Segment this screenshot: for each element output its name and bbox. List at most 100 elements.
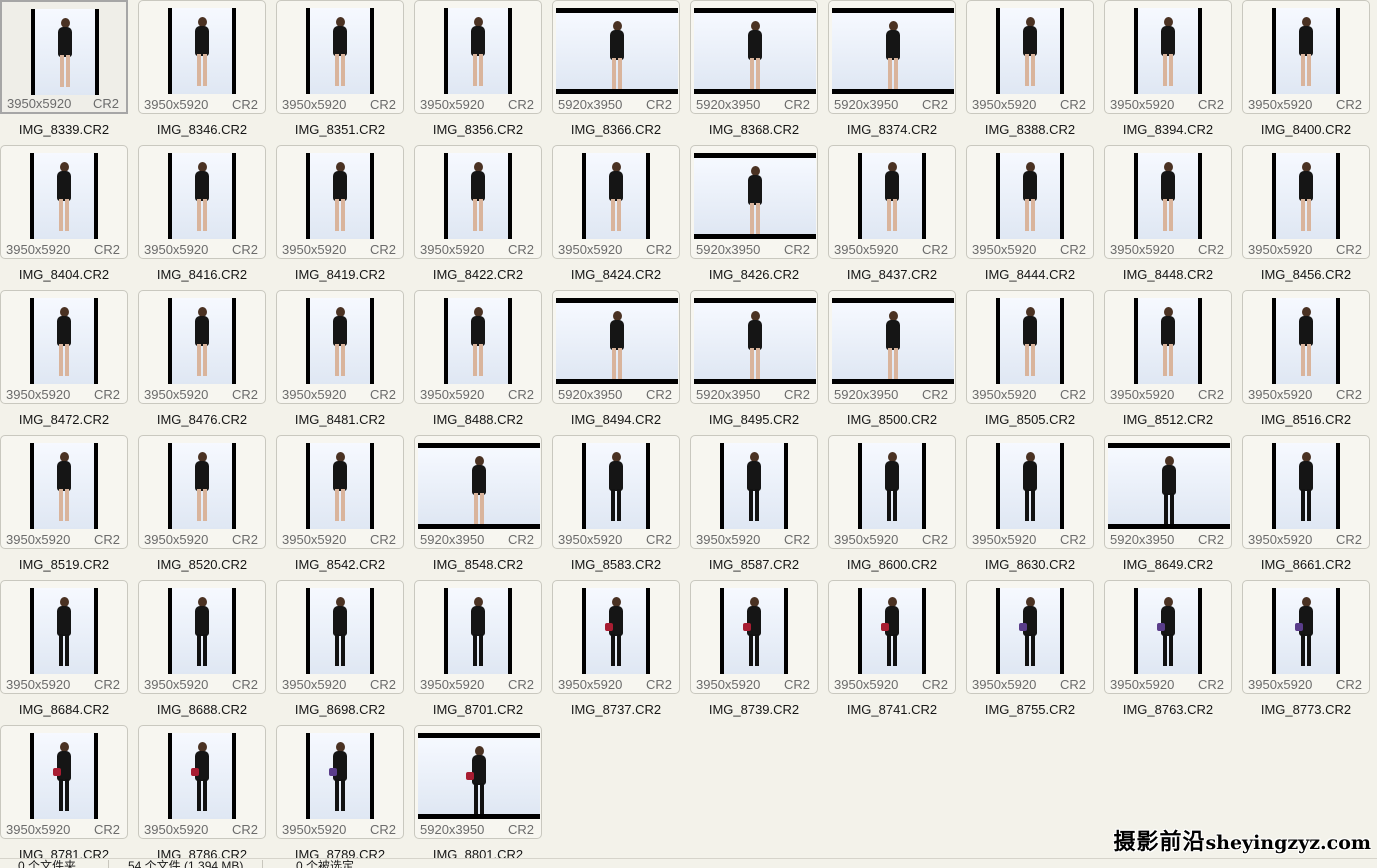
file-item[interactable]: 3950x5920 CR2 IMG_8786.CR2 bbox=[138, 725, 276, 858]
file-thumbnail[interactable]: 5920x3950 CR2 bbox=[828, 0, 956, 114]
file-item[interactable]: 3950x5920 CR2 IMG_8542.CR2 bbox=[276, 435, 414, 580]
file-item[interactable]: 5920x3950 CR2 IMG_8649.CR2 bbox=[1104, 435, 1242, 580]
file-item[interactable]: 3950x5920 CR2 IMG_8737.CR2 bbox=[552, 580, 690, 725]
file-name[interactable]: IMG_8789.CR2 bbox=[276, 846, 404, 858]
file-thumbnail[interactable]: 3950x5920 CR2 bbox=[552, 145, 680, 259]
file-item[interactable]: 3950x5920 CR2 IMG_8488.CR2 bbox=[414, 290, 552, 435]
file-name[interactable]: IMG_8476.CR2 bbox=[138, 411, 266, 428]
file-thumbnail[interactable]: 3950x5920 CR2 bbox=[0, 580, 128, 694]
file-name[interactable]: IMG_8519.CR2 bbox=[0, 556, 128, 573]
file-item[interactable]: 3950x5920 CR2 IMG_8400.CR2 bbox=[1242, 0, 1377, 145]
file-item[interactable]: 3950x5920 CR2 IMG_8739.CR2 bbox=[690, 580, 828, 725]
file-name[interactable]: IMG_8737.CR2 bbox=[552, 701, 680, 718]
file-name[interactable]: IMG_8472.CR2 bbox=[0, 411, 128, 428]
file-item[interactable]: 3950x5920 CR2 IMG_8476.CR2 bbox=[138, 290, 276, 435]
file-thumbnail[interactable]: 5920x3950 CR2 bbox=[552, 0, 680, 114]
file-name[interactable]: IMG_8520.CR2 bbox=[138, 556, 266, 573]
file-item[interactable]: 5920x3950 CR2 IMG_8366.CR2 bbox=[552, 0, 690, 145]
file-name[interactable]: IMG_8495.CR2 bbox=[690, 411, 818, 428]
file-thumbnail[interactable]: 3950x5920 CR2 bbox=[414, 580, 542, 694]
file-item[interactable]: 3950x5920 CR2 IMG_8781.CR2 bbox=[0, 725, 138, 858]
file-thumbnail[interactable]: 3950x5920 CR2 bbox=[414, 290, 542, 404]
file-thumbnail[interactable]: 3950x5920 CR2 bbox=[1104, 290, 1232, 404]
file-name[interactable]: IMG_8701.CR2 bbox=[414, 701, 542, 718]
file-thumbnail[interactable]: 5920x3950 CR2 bbox=[414, 435, 542, 549]
file-thumbnail[interactable]: 3950x5920 CR2 bbox=[138, 0, 266, 114]
file-thumbnail[interactable]: 3950x5920 CR2 bbox=[966, 0, 1094, 114]
file-thumbnail[interactable]: 3950x5920 CR2 bbox=[276, 580, 404, 694]
file-name[interactable]: IMG_8500.CR2 bbox=[828, 411, 956, 428]
file-name[interactable]: IMG_8684.CR2 bbox=[0, 701, 128, 718]
file-thumbnail[interactable]: 3950x5920 CR2 bbox=[690, 580, 818, 694]
file-name[interactable]: IMG_8419.CR2 bbox=[276, 266, 404, 283]
file-thumbnail[interactable]: 3950x5920 CR2 bbox=[1104, 145, 1232, 259]
file-name[interactable]: IMG_8351.CR2 bbox=[276, 121, 404, 138]
file-item[interactable]: 3950x5920 CR2 IMG_8472.CR2 bbox=[0, 290, 138, 435]
file-thumbnail[interactable]: 3950x5920 CR2 bbox=[276, 145, 404, 259]
file-item[interactable]: 3950x5920 CR2 IMG_8505.CR2 bbox=[966, 290, 1104, 435]
file-item[interactable]: 5920x3950 CR2 IMG_8494.CR2 bbox=[552, 290, 690, 435]
file-thumbnail[interactable]: 3950x5920 CR2 bbox=[138, 580, 266, 694]
file-thumbnail[interactable]: 5920x3950 CR2 bbox=[690, 290, 818, 404]
file-item[interactable]: 3950x5920 CR2 IMG_8416.CR2 bbox=[138, 145, 276, 290]
file-thumbnail[interactable]: 3950x5920 CR2 bbox=[1242, 435, 1370, 549]
file-thumbnail[interactable]: 3950x5920 CR2 bbox=[276, 0, 404, 114]
file-name[interactable]: IMG_8755.CR2 bbox=[966, 701, 1094, 718]
file-name[interactable]: IMG_8424.CR2 bbox=[552, 266, 680, 283]
file-name[interactable]: IMG_8481.CR2 bbox=[276, 411, 404, 428]
file-thumbnail[interactable]: 3950x5920 CR2 bbox=[552, 580, 680, 694]
file-name[interactable]: IMG_8394.CR2 bbox=[1104, 121, 1232, 138]
file-name[interactable]: IMG_8516.CR2 bbox=[1242, 411, 1370, 428]
file-name[interactable]: IMG_8587.CR2 bbox=[690, 556, 818, 573]
file-name[interactable]: IMG_8781.CR2 bbox=[0, 846, 128, 858]
file-item[interactable]: 3950x5920 CR2 IMG_8741.CR2 bbox=[828, 580, 966, 725]
file-name[interactable]: IMG_8763.CR2 bbox=[1104, 701, 1232, 718]
file-item[interactable]: 3950x5920 CR2 IMG_8661.CR2 bbox=[1242, 435, 1377, 580]
file-item[interactable]: 3950x5920 CR2 IMG_8512.CR2 bbox=[1104, 290, 1242, 435]
file-thumbnail[interactable]: 3950x5920 CR2 bbox=[1104, 580, 1232, 694]
file-name[interactable]: IMG_8661.CR2 bbox=[1242, 556, 1370, 573]
file-item[interactable]: 3950x5920 CR2 IMG_8448.CR2 bbox=[1104, 145, 1242, 290]
file-item[interactable]: 3950x5920 CR2 IMG_8356.CR2 bbox=[414, 0, 552, 145]
file-thumbnail[interactable]: 3950x5920 CR2 bbox=[276, 435, 404, 549]
file-thumbnail[interactable]: 3950x5920 CR2 bbox=[276, 725, 404, 839]
file-name[interactable]: IMG_8488.CR2 bbox=[414, 411, 542, 428]
file-name[interactable]: IMG_8400.CR2 bbox=[1242, 121, 1370, 138]
file-thumbnail[interactable]: 5920x3950 CR2 bbox=[690, 145, 818, 259]
file-item[interactable]: 3950x5920 CR2 IMG_8422.CR2 bbox=[414, 145, 552, 290]
file-item[interactable]: 3950x5920 CR2 IMG_8456.CR2 bbox=[1242, 145, 1377, 290]
file-item[interactable]: 3950x5920 CR2 IMG_8444.CR2 bbox=[966, 145, 1104, 290]
file-name[interactable]: IMG_8739.CR2 bbox=[690, 701, 818, 718]
file-item[interactable]: 3950x5920 CR2 IMG_8773.CR2 bbox=[1242, 580, 1377, 725]
file-thumbnail[interactable]: 3950x5920 CR2 bbox=[138, 145, 266, 259]
file-name[interactable]: IMG_8741.CR2 bbox=[828, 701, 956, 718]
file-item[interactable]: 3950x5920 CR2 IMG_8698.CR2 bbox=[276, 580, 414, 725]
file-item[interactable]: 5920x3950 CR2 IMG_8426.CR2 bbox=[690, 145, 828, 290]
file-thumbnail[interactable]: 3950x5920 CR2 bbox=[0, 725, 128, 839]
file-name[interactable]: IMG_8688.CR2 bbox=[138, 701, 266, 718]
file-thumbnail[interactable]: 3950x5920 CR2 bbox=[1242, 0, 1370, 114]
file-name[interactable]: IMG_8346.CR2 bbox=[138, 121, 266, 138]
file-item[interactable]: 3950x5920 CR2 IMG_8789.CR2 bbox=[276, 725, 414, 858]
file-item[interactable]: 3950x5920 CR2 IMG_8587.CR2 bbox=[690, 435, 828, 580]
file-name[interactable]: IMG_8448.CR2 bbox=[1104, 266, 1232, 283]
file-item[interactable]: 3950x5920 CR2 IMG_8520.CR2 bbox=[138, 435, 276, 580]
file-item[interactable]: 3950x5920 CR2 IMG_8600.CR2 bbox=[828, 435, 966, 580]
file-item[interactable]: 3950x5920 CR2 IMG_8583.CR2 bbox=[552, 435, 690, 580]
file-thumbnail[interactable]: 3950x5920 CR2 bbox=[828, 145, 956, 259]
file-name[interactable]: IMG_8366.CR2 bbox=[552, 121, 680, 138]
file-thumbnail[interactable]: 3950x5920 CR2 bbox=[0, 290, 128, 404]
file-item[interactable]: 3950x5920 CR2 IMG_8755.CR2 bbox=[966, 580, 1104, 725]
file-name[interactable]: IMG_8416.CR2 bbox=[138, 266, 266, 283]
file-thumbnail[interactable]: 3950x5920 CR2 bbox=[966, 580, 1094, 694]
file-item[interactable]: 3950x5920 CR2 IMG_8339.CR2 bbox=[0, 0, 138, 145]
file-item[interactable]: 3950x5920 CR2 IMG_8419.CR2 bbox=[276, 145, 414, 290]
file-thumbnail[interactable]: 3950x5920 CR2 bbox=[1104, 0, 1232, 114]
file-thumbnail[interactable]: 3950x5920 CR2 bbox=[1242, 290, 1370, 404]
file-item[interactable]: 3950x5920 CR2 IMG_8346.CR2 bbox=[138, 0, 276, 145]
file-name[interactable]: IMG_8786.CR2 bbox=[138, 846, 266, 858]
file-thumbnail[interactable]: 3950x5920 CR2 bbox=[966, 145, 1094, 259]
file-name[interactable]: IMG_8422.CR2 bbox=[414, 266, 542, 283]
file-thumbnail[interactable]: 3950x5920 CR2 bbox=[0, 435, 128, 549]
file-item[interactable]: 3950x5920 CR2 IMG_8424.CR2 bbox=[552, 145, 690, 290]
